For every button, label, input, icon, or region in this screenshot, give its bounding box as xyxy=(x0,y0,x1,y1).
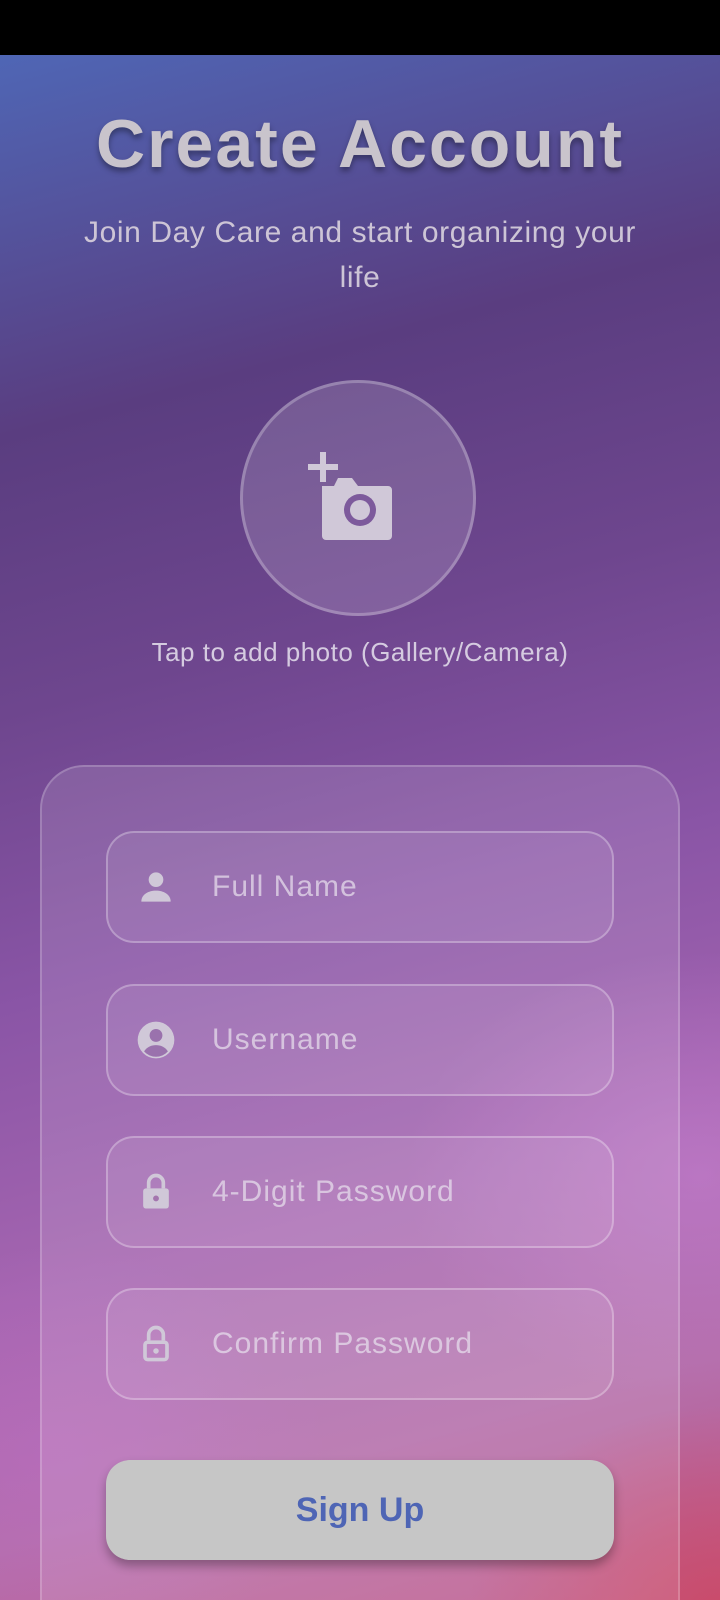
add-photo-camera-icon xyxy=(308,452,392,540)
lock-outline-icon xyxy=(134,1322,178,1366)
full-name-input[interactable] xyxy=(212,870,598,904)
add-photo-button[interactable] xyxy=(240,380,476,616)
account-circle-icon xyxy=(134,1018,178,1062)
confirm-password-input[interactable] xyxy=(212,1327,598,1361)
person-icon xyxy=(134,865,178,909)
username-input[interactable] xyxy=(212,1023,598,1057)
password-input[interactable] xyxy=(212,1175,598,1209)
page-title: Create Account xyxy=(95,106,625,182)
status-bar xyxy=(0,0,720,55)
lock-icon xyxy=(134,1170,178,1214)
signup-screen: Create Account Join Day Care and start o… xyxy=(0,55,720,1600)
add-photo-hint: Tap to add photo (Gallery/Camera) xyxy=(151,637,569,667)
username-field[interactable] xyxy=(106,984,614,1096)
full-name-field[interactable] xyxy=(106,831,614,943)
confirm-password-field[interactable] xyxy=(106,1288,614,1400)
password-field[interactable] xyxy=(106,1136,614,1248)
page-subtitle: Join Day Care and start organizing your … xyxy=(83,216,636,294)
sign-up-button[interactable]: Sign Up xyxy=(106,1460,614,1560)
